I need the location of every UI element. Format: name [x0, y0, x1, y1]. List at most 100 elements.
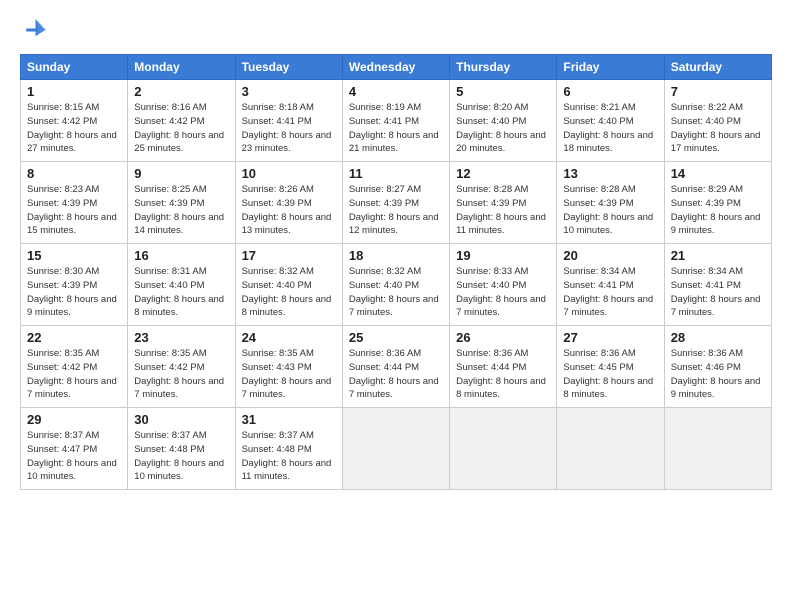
col-header-monday: Monday — [128, 55, 235, 80]
day-number: 21 — [671, 248, 765, 263]
calendar-header-row: SundayMondayTuesdayWednesdayThursdayFrid… — [21, 55, 772, 80]
calendar-cell: 2Sunrise: 8:16 AMSunset: 4:42 PMDaylight… — [128, 80, 235, 162]
calendar-cell: 11Sunrise: 8:27 AMSunset: 4:39 PMDayligh… — [342, 162, 449, 244]
day-info: Sunrise: 8:20 AMSunset: 4:40 PMDaylight:… — [456, 101, 550, 156]
calendar-cell: 1 Sunrise: 8:15 AMSunset: 4:42 PMDaylight… — [21, 80, 128, 162]
day-info: Sunrise: 8:36 AMSunset: 4:44 PMDaylight:… — [349, 347, 443, 402]
calendar-cell: 24 Sunrise: 8:35 AMSunset: 4:43 PMDayligh… — [235, 326, 342, 408]
calendar-cell: 21 Sunrise: 8:34 AMSunset: 4:41 PMDayligh… — [664, 244, 771, 326]
day-number: 27 — [563, 330, 657, 345]
day-number: 11 — [349, 166, 443, 181]
day-number: 24 — [242, 330, 336, 345]
main-container: SundayMondayTuesdayWednesdayThursdayFrid… — [0, 0, 792, 500]
calendar-cell: 8 Sunrise: 8:23 AMSunset: 4:39 PMDaylight… — [21, 162, 128, 244]
day-number: 15 — [27, 248, 121, 263]
day-info: Sunrise: 8:35 AMSunset: 4:42 PMDaylight:… — [134, 347, 228, 402]
calendar-cell: 26 Sunrise: 8:36 AMSunset: 4:44 PMDayligh… — [450, 326, 557, 408]
day-number: 1 — [27, 84, 121, 99]
col-header-wednesday: Wednesday — [342, 55, 449, 80]
calendar-cell: 4 Sunrise: 8:19 AMSunset: 4:41 PMDaylight… — [342, 80, 449, 162]
day-number: 13 — [563, 166, 657, 181]
day-number: 9 — [134, 166, 228, 181]
day-info: Sunrise: 8:37 AMSunset: 4:48 PMDaylight:… — [242, 429, 336, 484]
day-info: Sunrise: 8:36 AMSunset: 4:45 PMDaylight:… — [563, 347, 657, 402]
day-number: 7 — [671, 84, 765, 99]
header — [20, 16, 772, 44]
calendar-cell — [342, 408, 449, 490]
day-number: 23 — [134, 330, 228, 345]
col-header-thursday: Thursday — [450, 55, 557, 80]
calendar-body: 1 Sunrise: 8:15 AMSunset: 4:42 PMDaylight… — [21, 80, 772, 490]
calendar-cell: 10Sunrise: 8:26 AMSunset: 4:39 PMDayligh… — [235, 162, 342, 244]
day-number: 17 — [242, 248, 336, 263]
day-number: 25 — [349, 330, 443, 345]
col-header-sunday: Sunday — [21, 55, 128, 80]
col-header-friday: Friday — [557, 55, 664, 80]
day-info: Sunrise: 8:18 AMSunset: 4:41 PMDaylight:… — [242, 101, 336, 156]
calendar-cell: 20Sunrise: 8:34 AMSunset: 4:41 PMDayligh… — [557, 244, 664, 326]
day-number: 14 — [671, 166, 765, 181]
calendar-cell: 22 Sunrise: 8:35 AMSunset: 4:42 PMDayligh… — [21, 326, 128, 408]
calendar-cell: 15Sunrise: 8:30 AMSunset: 4:39 PMDayligh… — [21, 244, 128, 326]
calendar-cell — [557, 408, 664, 490]
week-row-2: 8 Sunrise: 8:23 AMSunset: 4:39 PMDaylight… — [21, 162, 772, 244]
day-number: 18 — [349, 248, 443, 263]
calendar-cell — [664, 408, 771, 490]
day-info: Sunrise: 8:21 AMSunset: 4:40 PMDaylight:… — [563, 101, 657, 156]
calendar-cell: 19Sunrise: 8:33 AMSunset: 4:40 PMDayligh… — [450, 244, 557, 326]
day-info: Sunrise: 8:34 AMSunset: 4:41 PMDaylight:… — [671, 265, 765, 320]
calendar-cell: 16 Sunrise: 8:31 AMSunset: 4:40 PMDayligh… — [128, 244, 235, 326]
week-row-4: 22 Sunrise: 8:35 AMSunset: 4:42 PMDayligh… — [21, 326, 772, 408]
day-info: Sunrise: 8:32 AMSunset: 4:40 PMDaylight:… — [349, 265, 443, 320]
day-number: 29 — [27, 412, 121, 427]
calendar-cell: 31 Sunrise: 8:37 AMSunset: 4:48 PMDayligh… — [235, 408, 342, 490]
day-number: 4 — [349, 84, 443, 99]
col-header-saturday: Saturday — [664, 55, 771, 80]
day-info: Sunrise: 8:36 AMSunset: 4:44 PMDaylight:… — [456, 347, 550, 402]
day-number: 31 — [242, 412, 336, 427]
calendar-cell: 18 Sunrise: 8:32 AMSunset: 4:40 PMDayligh… — [342, 244, 449, 326]
day-info: Sunrise: 8:25 AMSunset: 4:39 PMDaylight:… — [134, 183, 228, 238]
day-info: Sunrise: 8:35 AMSunset: 4:42 PMDaylight:… — [27, 347, 121, 402]
col-header-tuesday: Tuesday — [235, 55, 342, 80]
calendar-cell: 5 Sunrise: 8:20 AMSunset: 4:40 PMDaylight… — [450, 80, 557, 162]
calendar-cell: 12 Sunrise: 8:28 AMSunset: 4:39 PMDayligh… — [450, 162, 557, 244]
calendar-cell: 7 Sunrise: 8:22 AMSunset: 4:40 PMDaylight… — [664, 80, 771, 162]
calendar-cell: 6Sunrise: 8:21 AMSunset: 4:40 PMDaylight… — [557, 80, 664, 162]
day-number: 19 — [456, 248, 550, 263]
calendar-cell: 3 Sunrise: 8:18 AMSunset: 4:41 PMDaylight… — [235, 80, 342, 162]
week-row-3: 15Sunrise: 8:30 AMSunset: 4:39 PMDayligh… — [21, 244, 772, 326]
day-number: 5 — [456, 84, 550, 99]
week-row-5: 29 Sunrise: 8:37 AMSunset: 4:47 PMDayligh… — [21, 408, 772, 490]
day-number: 22 — [27, 330, 121, 345]
calendar-cell: 17 Sunrise: 8:32 AMSunset: 4:40 PMDayligh… — [235, 244, 342, 326]
day-info: Sunrise: 8:19 AMSunset: 4:41 PMDaylight:… — [349, 101, 443, 156]
calendar-cell: 13Sunrise: 8:28 AMSunset: 4:39 PMDayligh… — [557, 162, 664, 244]
calendar-cell: 14Sunrise: 8:29 AMSunset: 4:39 PMDayligh… — [664, 162, 771, 244]
day-info: Sunrise: 8:35 AMSunset: 4:43 PMDaylight:… — [242, 347, 336, 402]
day-number: 26 — [456, 330, 550, 345]
day-info: Sunrise: 8:31 AMSunset: 4:40 PMDaylight:… — [134, 265, 228, 320]
day-number: 12 — [456, 166, 550, 181]
calendar-cell: 28 Sunrise: 8:36 AMSunset: 4:46 PMDayligh… — [664, 326, 771, 408]
day-info: Sunrise: 8:28 AMSunset: 4:39 PMDaylight:… — [456, 183, 550, 238]
day-info: Sunrise: 8:36 AMSunset: 4:46 PMDaylight:… — [671, 347, 765, 402]
week-row-1: 1 Sunrise: 8:15 AMSunset: 4:42 PMDaylight… — [21, 80, 772, 162]
day-number: 10 — [242, 166, 336, 181]
calendar-cell: 25 Sunrise: 8:36 AMSunset: 4:44 PMDayligh… — [342, 326, 449, 408]
day-number: 8 — [27, 166, 121, 181]
day-number: 28 — [671, 330, 765, 345]
logo — [20, 16, 52, 44]
day-info: Sunrise: 8:37 AMSunset: 4:48 PMDaylight:… — [134, 429, 228, 484]
day-info: Sunrise: 8:32 AMSunset: 4:40 PMDaylight:… — [242, 265, 336, 320]
calendar-cell — [450, 408, 557, 490]
day-info: Sunrise: 8:22 AMSunset: 4:40 PMDaylight:… — [671, 101, 765, 156]
calendar-cell: 9 Sunrise: 8:25 AMSunset: 4:39 PMDaylight… — [128, 162, 235, 244]
day-info: Sunrise: 8:15 AMSunset: 4:42 PMDaylight:… — [27, 101, 121, 156]
day-number: 30 — [134, 412, 228, 427]
calendar-cell: 27 Sunrise: 8:36 AMSunset: 4:45 PMDayligh… — [557, 326, 664, 408]
day-info: Sunrise: 8:37 AMSunset: 4:47 PMDaylight:… — [27, 429, 121, 484]
day-number: 16 — [134, 248, 228, 263]
day-number: 3 — [242, 84, 336, 99]
day-info: Sunrise: 8:23 AMSunset: 4:39 PMDaylight:… — [27, 183, 121, 238]
